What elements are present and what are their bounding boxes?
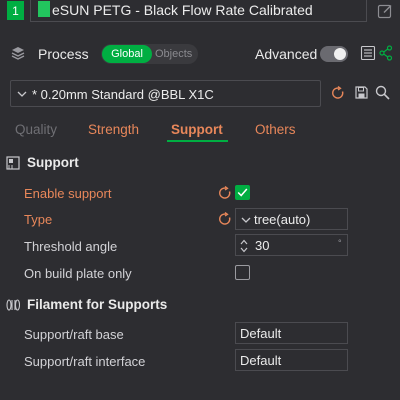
preset-name: * 0.20mm Standard @BBL X1C (32, 87, 214, 102)
on-build-plate-only-label: On build plate only (24, 266, 132, 281)
layers-icon (11, 47, 25, 60)
threshold-angle-unit: ° (338, 238, 342, 248)
advanced-label: Advanced (255, 46, 318, 62)
tab-support-underline (167, 140, 228, 142)
filament-color-chip[interactable] (38, 1, 50, 17)
on-build-plate-only-checkbox[interactable] (235, 265, 250, 280)
support-type-reset-icon[interactable] (218, 212, 232, 226)
scope-toggle[interactable]: Global Objects (101, 44, 198, 64)
chevron-down-icon (241, 217, 251, 223)
support-raft-interface-label: Support/raft interface (24, 354, 146, 369)
threshold-angle-value: 30 (255, 238, 270, 253)
threshold-angle-label: Threshold angle (24, 239, 118, 254)
enable-support-label: Enable support (24, 186, 112, 201)
enable-support-checkbox[interactable] (235, 185, 250, 200)
advanced-toggle-knob (334, 48, 346, 60)
advanced-toggle[interactable] (320, 46, 348, 62)
threshold-angle-input[interactable]: 30 ° (235, 234, 348, 256)
enable-support-reset-icon[interactable] (218, 186, 232, 200)
filament-bar: 1 eSUN PETG - Black Flow Rate Calibrated (0, 0, 400, 34)
tab-others[interactable]: Others (255, 122, 296, 137)
support-type-select[interactable]: tree(auto) (235, 208, 348, 230)
filament-name: eSUN PETG - Black Flow Rate Calibrated (52, 2, 313, 18)
spin-arrows-icon[interactable] (239, 238, 249, 254)
support-raft-base-select[interactable]: Default (235, 322, 348, 344)
support-raft-interface-value: Default (240, 353, 282, 368)
process-preset-select[interactable]: * 0.20mm Standard @BBL X1C (10, 80, 321, 107)
share-icon[interactable] (379, 45, 393, 61)
support-section-icon (6, 156, 20, 170)
scope-objects-button[interactable]: Objects (155, 48, 192, 60)
support-raft-base-label: Support/raft base (24, 327, 124, 342)
filament-combo[interactable]: eSUN PETG - Black Flow Rate Calibrated (30, 0, 367, 22)
filament-supports-section-icon (6, 299, 20, 311)
scope-global-button[interactable]: Global (102, 45, 152, 63)
reset-preset-icon[interactable] (331, 86, 345, 100)
tab-support[interactable]: Support (171, 122, 223, 137)
filament-slot-badge[interactable]: 1 (7, 1, 24, 20)
tab-quality[interactable]: Quality (15, 122, 57, 137)
filament-supports-section-title: Filament for Supports (27, 297, 168, 312)
search-icon[interactable] (375, 85, 390, 100)
tab-strength[interactable]: Strength (88, 122, 139, 137)
support-type-value: tree(auto) (254, 212, 311, 227)
chevron-down-icon (17, 91, 27, 97)
check-icon (237, 188, 248, 197)
support-section-title: Support (27, 155, 79, 170)
support-raft-base-value: Default (240, 326, 282, 341)
support-type-label: Type (24, 212, 53, 227)
edit-icon[interactable] (377, 3, 393, 19)
process-title: Process (38, 46, 89, 62)
support-raft-interface-select[interactable]: Default (235, 349, 348, 371)
compare-presets-icon[interactable] (360, 45, 376, 61)
save-icon[interactable] (355, 86, 368, 99)
process-header: Process Global Objects Advanced (0, 40, 400, 68)
